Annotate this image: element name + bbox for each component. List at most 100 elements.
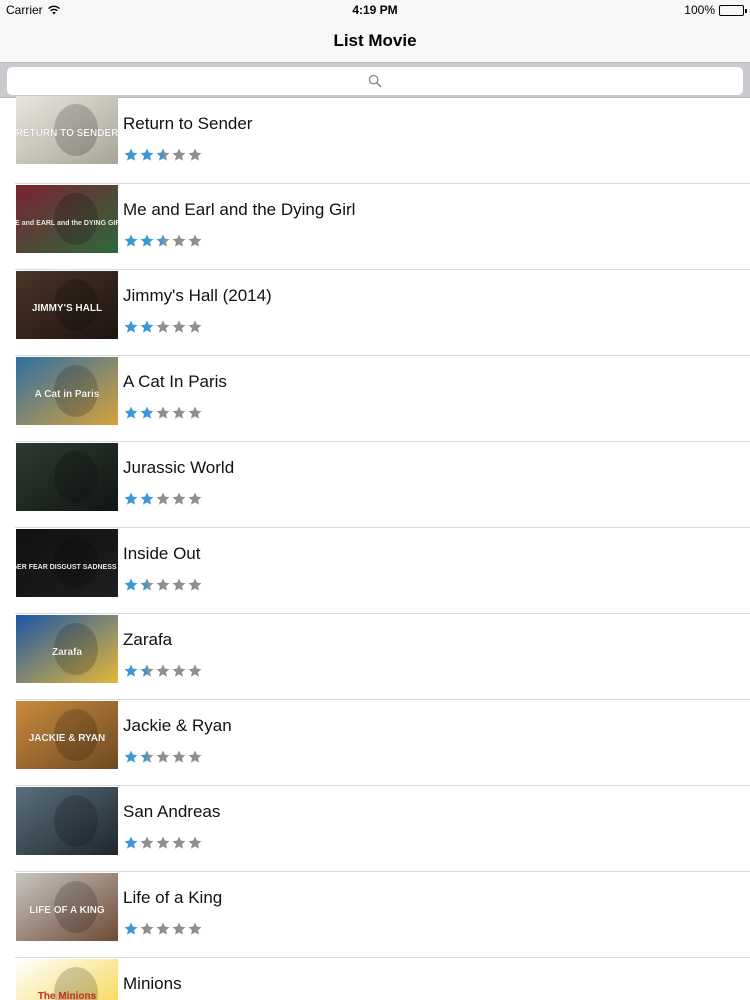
star-icon [155,233,171,248]
star-icon [123,233,139,248]
star-icon [139,663,155,678]
movie-row[interactable]: San Andreas [0,786,750,872]
poster-title-text: Zarafa [52,647,82,658]
star-icon [187,577,203,592]
star-icon [123,663,139,678]
star-icon [123,147,139,162]
rating-stars [123,491,203,507]
star-icon [139,577,155,592]
movie-poster: LIFE OF A KING [16,873,118,941]
movie-row[interactable]: RETURN TO SENDER Return to Sender [0,96,750,184]
rating-stars [123,319,203,335]
poster-title-text: ME and EARL and the DYING GIRL [16,220,118,227]
poster-title-text: RETURN TO SENDER [16,128,118,139]
star-icon [171,405,187,420]
movie-title: Life of a King [123,888,223,907]
star-icon [171,319,187,334]
star-icon [123,749,139,764]
star-icon [187,319,203,334]
movie-poster: JIMMY'S HALL [16,271,118,339]
movie-poster: ME and EARL and the DYING GIRL [16,185,118,253]
movie-row[interactable]: JIMMY'S HALL Jimmy's Hall (2014) [0,270,750,356]
movie-poster: The Minions [16,959,118,1000]
page-title: List Movie [333,31,417,50]
star-icon [123,405,139,420]
poster-title-text: JACKIE & RYAN [29,733,106,744]
movie-row[interactable]: ANGER FEAR DISGUST SADNESS JOY Inside Out [0,528,750,614]
movie-row[interactable]: Jurassic World [0,442,750,528]
star-icon [139,749,155,764]
battery-icon [719,4,747,16]
star-icon [123,577,139,592]
star-icon [187,921,203,936]
movie-row[interactable]: LIFE OF A KING Life of a King [0,872,750,958]
movie-poster: JACKIE & RYAN [16,701,118,769]
movie-poster: Zarafa [16,615,118,683]
status-battery: 100% [684,3,747,17]
movie-title: Jurassic World [123,458,235,477]
star-icon [187,663,203,678]
rating-stars [123,921,203,937]
movie-title: Minions [123,974,182,993]
rating-stars [123,749,203,765]
status-time: 4:19 PM [352,3,398,17]
star-icon [155,319,171,334]
star-icon [187,835,203,850]
movie-poster: ANGER FEAR DISGUST SADNESS JOY [16,529,118,597]
star-icon [139,405,155,420]
movie-poster [16,787,118,855]
poster-title-text: The Minions [38,991,97,1000]
movie-title: Me and Earl and the Dying Girl [123,200,356,219]
search-bar [0,62,750,98]
rating-stars [123,663,203,679]
rating-stars [123,147,203,163]
star-icon [171,577,187,592]
rating-stars [123,577,203,593]
star-icon [171,749,187,764]
navigation-bar: List Movie [0,20,750,62]
star-icon [187,491,203,506]
movie-title: Jimmy's Hall (2014) [123,286,272,305]
star-icon [155,491,171,506]
movie-poster [16,443,118,511]
movie-title: Return to Sender [123,114,253,133]
poster-title-text: JIMMY'S HALL [32,303,102,314]
search-input[interactable] [7,67,743,95]
star-icon [171,147,187,162]
star-icon [139,921,155,936]
star-icon [123,491,139,506]
star-icon [155,405,171,420]
movie-title: A Cat In Paris [123,372,227,391]
star-icon [171,491,187,506]
status-bar: Carrier 4:19 PM 100% [0,0,750,20]
star-icon [187,405,203,420]
star-icon [187,147,203,162]
movie-row[interactable]: A Cat in Paris A Cat In Paris [0,356,750,442]
movie-row[interactable]: JACKIE & RYAN Jackie & Ryan [0,700,750,786]
movie-title: Jackie & Ryan [123,716,232,735]
star-icon [139,835,155,850]
star-icon [139,147,155,162]
search-icon [368,74,382,88]
star-icon [187,749,203,764]
star-icon [187,233,203,248]
movie-row[interactable]: The Minions Minions [0,958,750,1000]
star-icon [139,491,155,506]
movie-title: San Andreas [123,802,221,821]
rating-stars [123,233,203,249]
poster-title-text: ANGER FEAR DISGUST SADNESS JOY [16,564,118,571]
movie-title: Inside Out [123,544,201,563]
poster-title-text: A Cat in Paris [35,389,100,400]
movie-poster: RETURN TO SENDER [16,96,118,164]
rating-stars [123,835,203,851]
star-icon [123,319,139,334]
star-icon [171,663,187,678]
movie-row[interactable]: Zarafa Zarafa [0,614,750,700]
battery-percent: 100% [684,3,715,17]
movie-row[interactable]: ME and EARL and the DYING GIRL Me and Ear… [0,184,750,270]
star-icon [155,663,171,678]
star-icon [123,921,139,936]
star-icon [123,835,139,850]
star-icon [139,233,155,248]
poster-title-text: LIFE OF A KING [29,905,105,916]
